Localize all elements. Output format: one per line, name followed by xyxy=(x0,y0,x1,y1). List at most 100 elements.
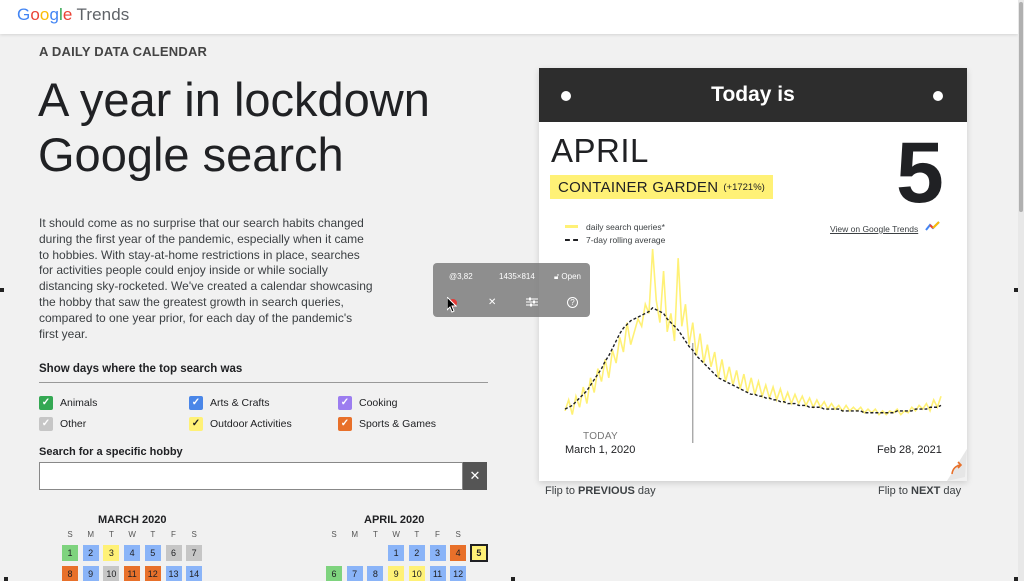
flip-previous-suffix: day xyxy=(634,485,656,497)
day-of-week-label: W xyxy=(392,530,400,539)
day-of-week-label: M xyxy=(351,530,359,539)
clear-search-button[interactable]: ✕ xyxy=(463,462,487,490)
recorder-coords: @3,82 xyxy=(449,272,473,281)
top-hobby-tag: CONTAINER GARDEN (+1721%) xyxy=(550,175,773,199)
day-of-week-label: F xyxy=(171,530,176,539)
view-on-google-trends-link[interactable]: View on Google Trends xyxy=(830,224,918,234)
today-marker-label: TODAY xyxy=(583,431,619,442)
card-header: Today is xyxy=(539,68,967,122)
calendar-day-cell[interactable]: 11 xyxy=(429,566,446,581)
legend-item-daily: daily search queries* xyxy=(565,220,665,233)
legend-swatch-average xyxy=(565,238,578,241)
mouse-cursor-icon xyxy=(447,297,457,313)
calendar-day-cell[interactable]: 12 xyxy=(144,566,161,581)
settings-icon[interactable] xyxy=(526,297,538,310)
page-title-line-1: A year in lockdown xyxy=(38,73,430,126)
sliders-icon xyxy=(526,297,538,307)
top-bar: Google Trends xyxy=(0,0,1018,34)
filter-label: Other xyxy=(60,418,87,430)
check-icon[interactable]: ✓ xyxy=(39,396,53,410)
chart-start-date: March 1, 2020 xyxy=(565,444,636,456)
calendar-month-title: APRIL 2020 xyxy=(364,514,425,526)
card-month: APRIL xyxy=(551,132,649,169)
filter-divider xyxy=(39,382,488,383)
calendar-day-cell[interactable]: 13 xyxy=(165,566,182,581)
flip-next-prefix: Flip to xyxy=(878,485,912,497)
calendar-day-cell[interactable]: 14 xyxy=(186,566,203,581)
calendar-day-cell[interactable]: 3 xyxy=(429,545,446,561)
filter-label: Sports & Games xyxy=(359,418,437,430)
flip-next-button[interactable]: Flip to NEXT day xyxy=(878,485,961,497)
calendar-day-cell[interactable]: 2 xyxy=(82,545,99,561)
binder-hole-right xyxy=(933,91,943,101)
calendar-day-cell[interactable]: 10 xyxy=(103,566,120,581)
scrollbar-thumb[interactable] xyxy=(1019,2,1023,212)
check-icon[interactable]: ✓ xyxy=(39,417,53,431)
filter-checkbox-0[interactable]: ✓ Animals xyxy=(39,396,97,410)
filter-checkbox-4[interactable]: ✓ Outdoor Activities xyxy=(189,417,292,431)
day-of-week-label: S xyxy=(331,530,337,539)
filter-label: Arts & Crafts xyxy=(210,397,270,409)
check-icon[interactable]: ✓ xyxy=(189,417,203,431)
filter-checkbox-5[interactable]: ✓ Sports & Games xyxy=(338,417,436,431)
calendar-day-cell[interactable]: 8 xyxy=(62,566,78,581)
calendar-day-cell[interactable]: 5 xyxy=(144,545,161,561)
daily-calendar-card: Today is APRIL 5 CONTAINER GARDEN (+1721… xyxy=(539,68,967,481)
calendar-day-cell[interactable]: 8 xyxy=(367,566,384,581)
calendar-day-cell[interactable]: 5 xyxy=(469,544,488,562)
flip-previous-button[interactable]: Flip to PREVIOUS day xyxy=(545,485,656,497)
flip-previous-bold: PREVIOUS xyxy=(578,485,635,497)
filter-label: Cooking xyxy=(359,397,398,409)
day-of-week-label: S xyxy=(67,530,73,539)
close-icon[interactable]: ✕ xyxy=(488,297,496,308)
day-of-week-label: T xyxy=(414,530,420,539)
filter-checkbox-2[interactable]: ✓ Cooking xyxy=(338,396,398,410)
calendar-day-cell[interactable]: 9 xyxy=(82,566,99,581)
calendar-day-cell[interactable]: 1 xyxy=(388,545,405,561)
hobby-search-input[interactable] xyxy=(39,462,463,490)
recorder-open-button[interactable]: 🔓︎ Open xyxy=(554,272,581,282)
calendar-day-cell[interactable]: 2 xyxy=(408,545,425,561)
recorder-open-label: Open xyxy=(561,272,581,281)
google-trends-logo[interactable]: Google Trends xyxy=(17,5,129,25)
calendar-day-cell[interactable]: 3 xyxy=(103,545,120,561)
flip-previous-prefix: Flip to xyxy=(545,485,579,497)
calendar-day-cell[interactable]: 11 xyxy=(124,566,141,581)
selection-handle-bottom-right xyxy=(1014,577,1018,581)
filter-label: Animals xyxy=(60,397,98,409)
card-day-number: 5 xyxy=(896,125,944,221)
day-of-week-label: W xyxy=(128,530,136,539)
recorder-size: 1435×814 xyxy=(499,272,535,281)
selection-handle-bottom-left xyxy=(4,577,8,581)
calendar-day-cell[interactable]: 7 xyxy=(346,566,363,581)
filter-label: Outdoor Activities xyxy=(210,418,292,430)
filter-checkbox-3[interactable]: ✓ Other xyxy=(39,417,86,431)
calendar-day-cell[interactable]: 4 xyxy=(124,545,141,561)
day-of-week-label: T xyxy=(150,530,156,539)
check-icon[interactable]: ✓ xyxy=(338,417,352,431)
check-icon[interactable]: ✓ xyxy=(189,396,203,410)
calendar-day-cell[interactable]: 9 xyxy=(388,566,405,581)
flip-arrow-icon[interactable] xyxy=(950,461,964,475)
filter-checkbox-1[interactable]: ✓ Arts & Crafts xyxy=(189,396,270,410)
filter-heading: Show days where the top search was xyxy=(39,363,243,375)
flip-next-bold: NEXT xyxy=(911,485,941,497)
check-icon[interactable]: ✓ xyxy=(338,396,352,410)
calendar-day-cell[interactable]: 7 xyxy=(186,545,203,561)
intro-paragraph: It should come as no surprise that our s… xyxy=(39,216,373,341)
calendar-day-cell[interactable]: 12 xyxy=(450,566,467,581)
calendar-day-cell[interactable]: 10 xyxy=(408,566,425,581)
google-trends-icon[interactable] xyxy=(925,220,941,232)
calendar-day-cell[interactable]: 6 xyxy=(326,566,342,581)
search-trend-chart xyxy=(564,248,942,443)
day-of-week-label: S xyxy=(455,530,461,539)
page-title: A year in lockdown Google search xyxy=(38,72,518,182)
page-scrollbar[interactable] xyxy=(1018,0,1024,581)
calendar-day-cell[interactable]: 6 xyxy=(165,545,182,561)
help-icon[interactable]: ? xyxy=(567,297,578,308)
hobby-search-label: Search for a specific hobby xyxy=(39,446,183,458)
day-of-week-label: T xyxy=(372,530,378,539)
day-of-week-label: S xyxy=(191,530,197,539)
calendar-day-cell[interactable]: 1 xyxy=(62,545,78,561)
calendar-day-cell[interactable]: 4 xyxy=(450,545,467,561)
